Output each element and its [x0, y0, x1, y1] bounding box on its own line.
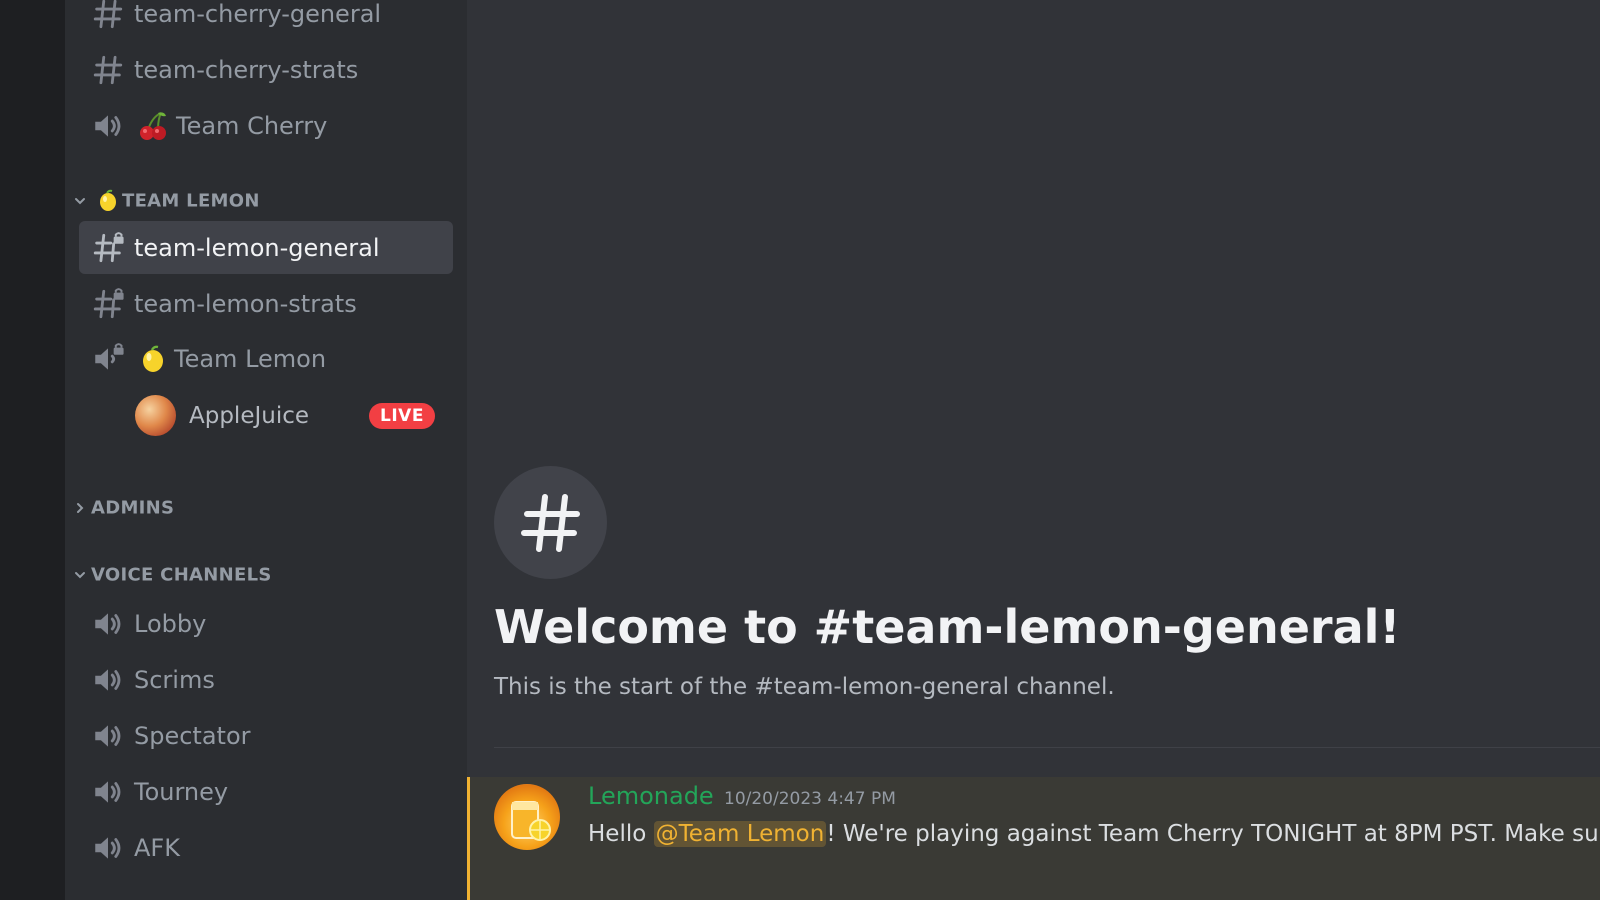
live-badge: LIVE — [369, 403, 435, 429]
message-text-before: Hello — [588, 821, 654, 847]
speaker-icon — [95, 114, 121, 137]
server-rail — [0, 0, 65, 900]
chevron-right-icon — [77, 503, 84, 513]
voice-channel-afk[interactable]: AFK — [79, 821, 453, 874]
discord-app: team-cherry-general team-cherry-strats T… — [0, 0, 1600, 900]
hashtag-icon — [93, 0, 123, 28]
chevron-down-icon — [75, 572, 85, 579]
hashtag-lock-icon — [93, 287, 124, 318]
voice-channel-scrims[interactable]: Scrims — [79, 653, 453, 706]
channel-label: team-lemon-general — [134, 233, 380, 262]
channel-label: AFK — [134, 833, 180, 862]
message-content: Hello @Team Lemon! We're playing against… — [588, 821, 1600, 847]
voice-channel-team-lemon[interactable]: Team Lemon — [79, 332, 453, 385]
category-team-lemon[interactable]: TEAM LEMON — [73, 186, 453, 216]
channel-label: Scrims — [134, 665, 215, 694]
welcome-subtitle: This is the start of the #team-lemon-gen… — [494, 674, 1115, 700]
speaker-icon — [95, 668, 121, 691]
cherries-icon — [140, 111, 166, 140]
channel-label: team-cherry-strats — [134, 55, 359, 84]
channel-team-lemon-strats[interactable]: team-lemon-strats — [79, 277, 453, 330]
lemon-icon — [100, 189, 116, 211]
message-text-after: ! We're playing against Team Cherry TONI… — [826, 821, 1600, 847]
lemonade-avatar-icon — [511, 801, 551, 841]
speaker-icon — [95, 780, 121, 803]
avatar[interactable] — [494, 784, 560, 850]
role-mention[interactable]: @Team Lemon — [653, 821, 827, 847]
category-label: ADMINS — [91, 497, 175, 519]
channel-label: Tourney — [134, 777, 229, 806]
message-author[interactable]: Lemonade — [588, 782, 714, 810]
hashtag-lock-icon — [93, 231, 124, 262]
chat-main: Welcome to #team-lemon-general! This is … — [467, 0, 1600, 900]
message-timestamp: 10/20/2023 4:47 PM — [724, 789, 896, 809]
lemon-icon — [143, 345, 163, 372]
voice-channel-tourney[interactable]: Tourney — [79, 765, 453, 818]
message-continuation — [588, 882, 778, 896]
category-label: TEAM LEMON — [122, 190, 260, 212]
speaker-icon — [95, 612, 121, 635]
voice-channel-lobby[interactable]: Lobby — [79, 597, 453, 650]
hashtag-icon — [93, 55, 123, 84]
channel-label: Team Cherry — [176, 111, 328, 140]
category-label: VOICE CHANNELS — [91, 564, 272, 586]
channel-label: team-cherry-general — [134, 0, 382, 28]
channel-sidebar: team-cherry-general team-cherry-strats T… — [65, 0, 467, 900]
channel-label: Spectator — [134, 721, 251, 750]
date-divider — [494, 747, 1600, 748]
channel-team-lemon-general[interactable]: team-lemon-general — [79, 221, 453, 274]
speaker-icon — [95, 724, 121, 747]
voice-user-name: AppleJuice — [189, 403, 310, 429]
channel-welcome-icon — [494, 466, 607, 579]
channel-team-cherry-general[interactable]: team-cherry-general — [79, 0, 453, 40]
category-voice-channels[interactable]: VOICE CHANNELS — [73, 561, 453, 589]
welcome-title: Welcome to #team-lemon-general! — [494, 600, 1401, 654]
chevron-down-icon — [75, 198, 85, 205]
voice-user-applejuice[interactable]: AppleJuice LIVE — [135, 395, 467, 437]
speaker-lock-icon — [95, 342, 124, 370]
channel-label: Team Lemon — [174, 344, 327, 373]
voice-channel-team-cherry[interactable]: Team Cherry — [79, 99, 453, 152]
voice-channel-spectator[interactable]: Spectator — [79, 709, 453, 762]
channel-label: Lobby — [134, 609, 207, 638]
hashtag-icon — [521, 494, 580, 552]
category-admins[interactable]: ADMINS — [73, 494, 453, 522]
speaker-icon — [95, 836, 121, 859]
message-item[interactable]: Lemonade 10/20/2023 4:47 PM Hello @Team … — [467, 777, 1600, 900]
avatar — [135, 395, 176, 436]
channel-team-cherry-strats[interactable]: team-cherry-strats — [79, 43, 453, 96]
channel-label: team-lemon-strats — [134, 289, 357, 318]
